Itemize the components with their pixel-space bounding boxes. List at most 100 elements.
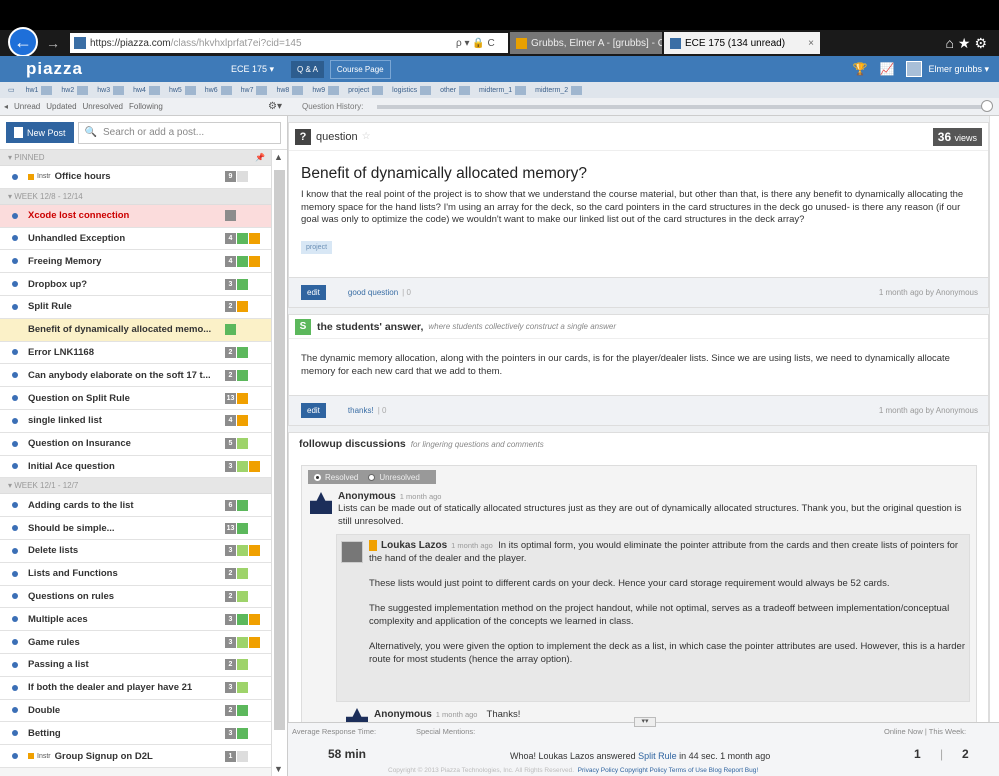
mention-link[interactable]: Split Rule	[638, 751, 677, 761]
list-item[interactable]: Game rules 3	[0, 631, 271, 654]
scrollbar[interactable]	[989, 116, 999, 722]
scroll-down-icon[interactable]: ▼	[274, 764, 283, 774]
question-history-label: Question History:	[302, 102, 364, 111]
policy-links[interactable]: Privacy Policy Copyright Policy Terms of…	[578, 767, 759, 774]
back-arrow-icon[interactable]: ←	[8, 27, 38, 57]
list-item[interactable]: Unhandled Exception 4	[0, 227, 271, 251]
filter-unresolved[interactable]: Unresolved	[83, 102, 123, 111]
resolved-radio[interactable]	[314, 473, 321, 481]
badge-student-answer	[237, 232, 248, 244]
list-item[interactable]: Split Rule 2	[0, 295, 271, 319]
folder-hw8[interactable]: hw8	[276, 85, 304, 95]
list-item[interactable]: Can anybody elaborate on the soft 17 t..…	[0, 364, 271, 388]
folder-hw7[interactable]: hw7	[241, 85, 268, 95]
edit-button[interactable]: edit	[301, 403, 326, 418]
folder-logistics[interactable]: logistics	[392, 85, 432, 95]
collapse-left-icon[interactable]: ◂	[4, 102, 8, 111]
list-item[interactable]: single linked list 4	[0, 409, 271, 433]
list-item[interactable]: Questions on rules 2	[0, 585, 271, 609]
folder-midterm-1[interactable]: midterm_1	[479, 85, 527, 95]
list-item[interactable]: Instr Office hours 9	[0, 166, 271, 189]
list-item[interactable]: Should be simple... 13	[0, 517, 271, 540]
address-bar[interactable]: https://piazza.com/class/hkvhxlprfat7ei?…	[70, 33, 450, 53]
filter-updated[interactable]: Updated	[46, 102, 76, 111]
filter-following[interactable]: Following	[129, 102, 163, 111]
post-badges: 2	[225, 369, 265, 381]
folder-hw3[interactable]: hw3	[97, 85, 125, 95]
folder-hw5[interactable]: hw5	[169, 85, 196, 95]
stats-footer: ▾▾ Average Response Time: 58 min Special…	[288, 717, 999, 776]
post-badges: 3	[225, 460, 265, 472]
url-path: /class/hkvhxlprfat7ei?cid=145	[170, 37, 302, 49]
list-item[interactable]: Adding cards to the list 6	[0, 494, 271, 518]
folder-other[interactable]: other	[440, 85, 471, 95]
group-header[interactable]: ▾ PINNED 📌	[0, 150, 271, 166]
list-item[interactable]: Question on Insurance 5	[0, 432, 271, 456]
badge-count: 2	[225, 346, 236, 358]
good-question-button[interactable]: good question	[348, 288, 398, 297]
group-header[interactable]: ▾ WEEK 12/8 - 12/14	[0, 188, 271, 205]
new-post-button[interactable]: New Post	[6, 122, 74, 143]
list-item[interactable]: Xcode lost connection	[0, 204, 271, 228]
list-item[interactable]: Passing a list 2	[0, 653, 271, 677]
unread-dot-icon	[12, 349, 18, 356]
folder-hw9[interactable]: hw9	[312, 85, 340, 95]
browser-tab-grades[interactable]: Grubbs, Elmer A - [grubbs] - O...	[510, 32, 662, 54]
list-item[interactable]: Benefit of dynamically allocated memo...	[0, 318, 271, 342]
list-item[interactable]: Error LNK1168 2	[0, 341, 271, 365]
collapse-footer-icon[interactable]: ▾▾	[634, 717, 656, 727]
address-controls[interactable]: ρ ▾ 🔒 C	[450, 33, 508, 53]
folder-midterm-2[interactable]: midterm_2	[535, 85, 583, 95]
search-input[interactable]: 🔍 Search or add a post...	[77, 121, 281, 144]
browser-home-star-gear-icons[interactable]: ⌂★⚙	[945, 35, 991, 52]
folder-hw6[interactable]: hw6	[205, 85, 232, 95]
avatar[interactable]	[906, 61, 923, 77]
tab-qa[interactable]: Q & A	[291, 60, 324, 78]
tag-project[interactable]: project	[301, 240, 333, 254]
list-item[interactable]: Multiple aces 3	[0, 608, 271, 632]
folder-hw4[interactable]: hw4	[133, 85, 160, 95]
slider-handle[interactable]	[981, 99, 993, 112]
unresolved-radio[interactable]	[368, 473, 376, 481]
gear-icon[interactable]: ⚙▾	[268, 101, 282, 112]
forward-arrow-icon[interactable]: →	[46, 35, 60, 51]
list-item[interactable]: Delete lists 3	[0, 539, 271, 563]
list-item[interactable]: Freeing Memory 4	[0, 250, 271, 274]
piazza-logo[interactable]: piazza	[26, 59, 231, 79]
folder-hw1[interactable]: hw1	[26, 85, 53, 95]
trophy-icon[interactable]: 🏆	[853, 62, 868, 76]
instructor-tag: Instr	[28, 173, 51, 180]
unread-dot-icon	[12, 417, 18, 424]
list-item[interactable]: If both the dealer and player have 21 3	[0, 676, 271, 700]
class-dropdown[interactable]: ECE 175 ▾	[231, 64, 291, 75]
thanks-button[interactable]: thanks!	[348, 406, 374, 415]
badge-student-answer	[237, 346, 248, 358]
list-item[interactable]: Instr Group Signup on D2L 1	[0, 745, 271, 768]
user-menu[interactable]: Elmer grubbs ▾	[928, 64, 989, 75]
resolve-toggle[interactable]: Resolved Unresolved	[308, 470, 436, 484]
list-item[interactable]: Betting 3	[0, 722, 271, 746]
stats-icon[interactable]: 📈	[880, 62, 895, 76]
group-header[interactable]: ▾ WEEK 12/1 - 12/7	[0, 478, 271, 495]
folder-project[interactable]: project	[348, 85, 384, 95]
folder-hw2[interactable]: hw2	[61, 85, 89, 95]
tab-course-page[interactable]: Course Page	[329, 59, 391, 79]
close-icon[interactable]: ×	[808, 38, 814, 49]
list-item[interactable]: Double 2	[0, 699, 271, 723]
list-item[interactable]: Lists and Functions 2	[0, 562, 271, 586]
browser-tab-piazza[interactable]: ECE 175 (134 unread) ×	[664, 32, 820, 54]
list-item[interactable]: Initial Ace question 3	[0, 455, 271, 479]
post-badges: 3	[225, 682, 265, 694]
unread-dot-icon	[12, 395, 18, 402]
filter-unread[interactable]: Unread	[14, 102, 40, 111]
scrollbar[interactable]: ▲ ▼	[271, 150, 287, 776]
question-history-slider[interactable]	[377, 99, 993, 112]
badge-new	[237, 590, 248, 602]
list-item[interactable]: Question on Split Rule 13	[0, 387, 271, 410]
scroll-thumb[interactable]	[274, 170, 285, 730]
star-icon[interactable]: ☆	[362, 131, 371, 142]
badge-student-answer	[225, 324, 236, 336]
list-item[interactable]: Dropbox up? 3	[0, 273, 271, 296]
edit-button[interactable]: edit	[301, 285, 326, 300]
scroll-up-icon[interactable]: ▲	[274, 152, 283, 162]
